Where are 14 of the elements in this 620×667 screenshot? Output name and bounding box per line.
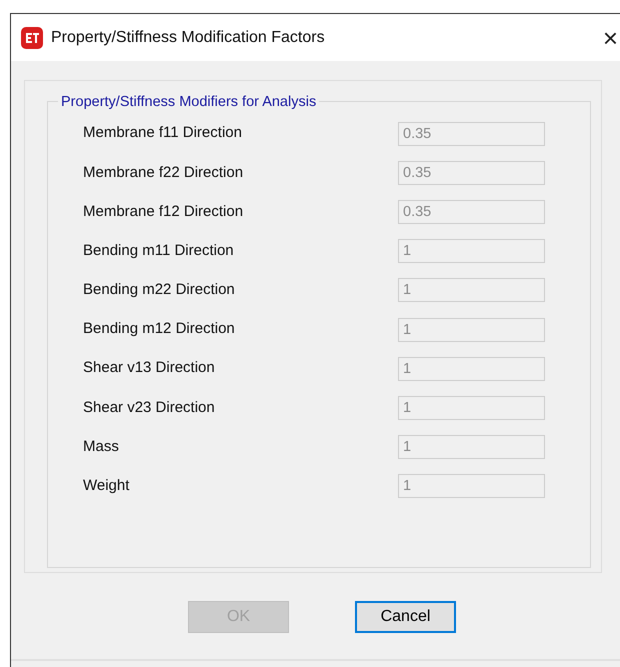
cancel-button[interactable]: Cancel	[355, 601, 456, 633]
field-label: Weight	[83, 476, 130, 496]
app-logo-icon	[21, 26, 43, 48]
field-label: Membrane f22 Direction	[83, 162, 244, 183]
field-label: Bending m22 Direction	[83, 280, 236, 300]
field-label: Bending m11 Direction	[83, 240, 235, 261]
close-button[interactable]: ×	[598, 24, 620, 50]
field-label: Mass	[83, 436, 120, 457]
field-label: Membrane f11 Direction	[83, 123, 243, 144]
field-label: Shear v23 Direction	[83, 398, 216, 418]
field-label: Bending m12 Direction	[83, 319, 236, 340]
window-title: Property/Stiffness Modification Factors	[51, 28, 325, 48]
field-label: Membrane f12 Direction	[83, 202, 244, 222]
field-label: Shear v13 Direction	[83, 358, 216, 378]
